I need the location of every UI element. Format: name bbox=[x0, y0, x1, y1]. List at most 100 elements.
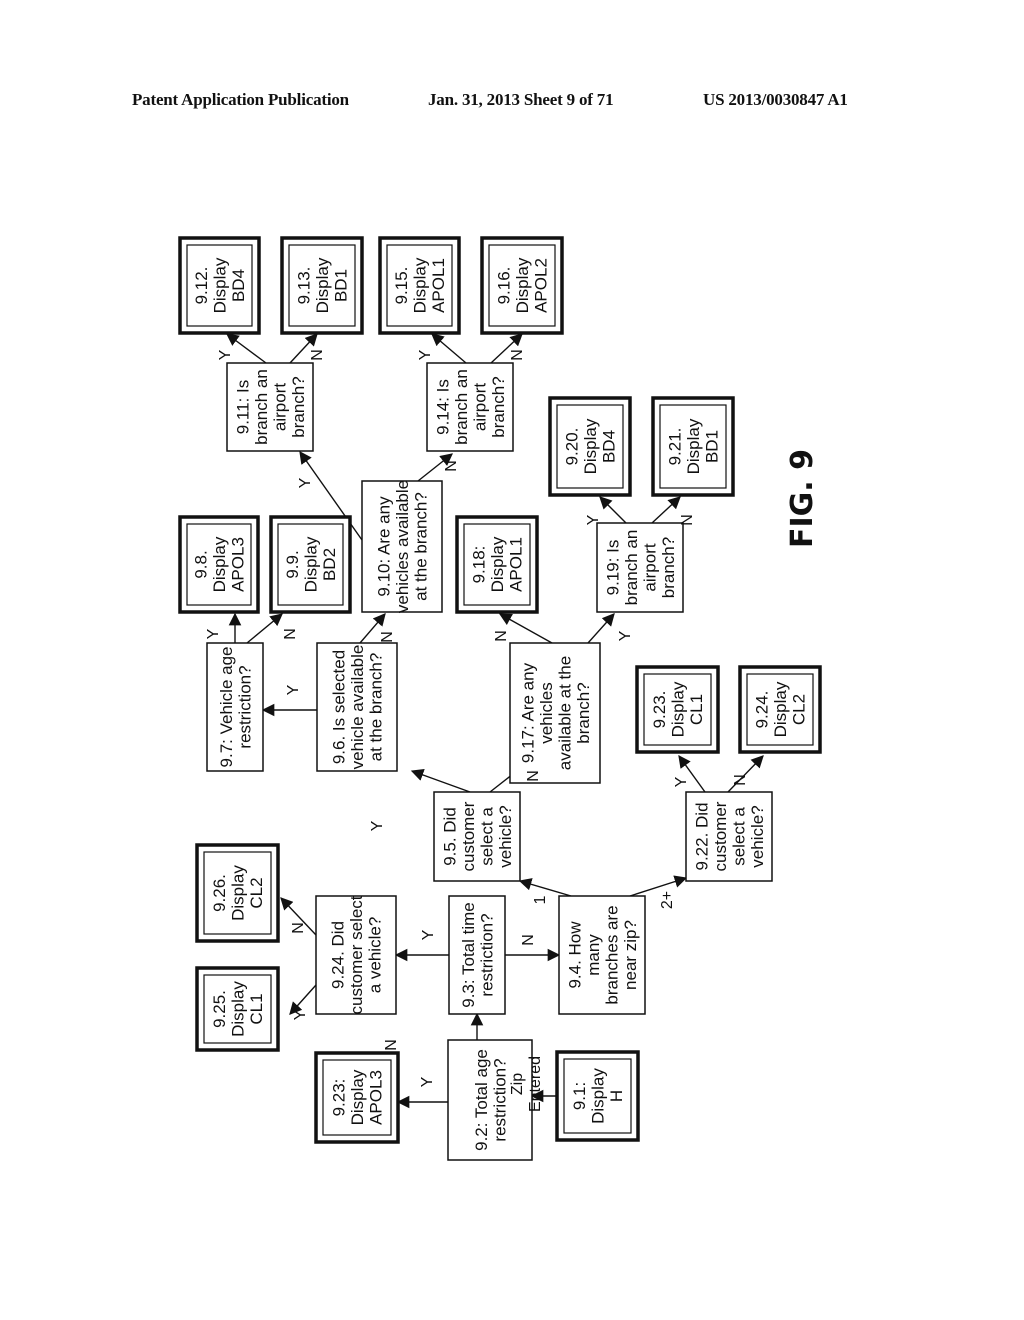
edge-label-n9_6-n9_10: N bbox=[379, 631, 396, 643]
box-text-line: Display bbox=[411, 257, 430, 313]
box-text-line: airport bbox=[470, 383, 489, 431]
edge-label-n9_19-n9_21: N bbox=[679, 514, 696, 526]
box-text-line: 9.24. Did bbox=[329, 921, 348, 989]
box-text-line: Display bbox=[210, 536, 229, 592]
box-text-line: select a bbox=[729, 807, 748, 866]
edge-n9_4-to-n9_5 bbox=[518, 878, 572, 897]
box-text: 9.11: Isbranch anairportbranch? bbox=[233, 369, 308, 445]
display-box-9-21: 9.21.DisplayBD1 bbox=[651, 396, 735, 497]
box-text-line: CL2 bbox=[790, 694, 809, 725]
box-text: 9.2: Total agerestriction? bbox=[472, 1049, 510, 1151]
edge-n9_7-to-n9_9 bbox=[246, 613, 283, 644]
box-text-line: 9.17: Are any bbox=[518, 662, 537, 763]
flowchart: 9.1:DisplayH9.2: Total agerestriction?9.… bbox=[178, 236, 822, 1161]
edge-label-n9_5-n9_6: Y bbox=[369, 820, 386, 831]
decision-box-9-11: 9.11: Isbranch anairportbranch? bbox=[226, 362, 314, 452]
box-text-line: 9.18: bbox=[470, 546, 489, 584]
display-box-9-20: 9.20.DisplayBD4 bbox=[548, 396, 632, 497]
box-text-line: APOL1 bbox=[507, 537, 526, 592]
display-box-9-18: 9.18:DisplayAPOL1 bbox=[455, 515, 539, 614]
box-text-line: restriction? bbox=[490, 1058, 509, 1141]
box-text-line: airport bbox=[270, 383, 289, 431]
edge-label-n9_3-n9_24a: Y bbox=[420, 929, 437, 940]
display-box-9-24b: 9.24.DisplayCL2 bbox=[738, 665, 822, 754]
box-text-line: customer bbox=[459, 801, 478, 871]
box-text-line: APOL1 bbox=[429, 258, 448, 313]
box-text-line: 9.4. How bbox=[565, 921, 584, 989]
box-text: 9.5. Didcustomerselect avehicle? bbox=[440, 801, 515, 871]
box-text-line: CL1 bbox=[247, 993, 266, 1024]
box-text-line: at the branch? bbox=[367, 653, 386, 762]
box-text-line: 9.20. bbox=[563, 428, 582, 466]
box-text-line: branches are bbox=[602, 905, 621, 1004]
display-box-9-25: 9.25.DisplayCL1 bbox=[195, 966, 280, 1052]
box-text-line: BD4 bbox=[600, 430, 619, 463]
decision-box-9-19: 9.19: Isbranch anairportbranch? bbox=[596, 522, 684, 613]
box-text-line: Display bbox=[302, 536, 321, 592]
box-text-line: Display bbox=[348, 1069, 367, 1125]
box-text-line: branch? bbox=[489, 376, 508, 437]
edge-n9_4-to-n9_22 bbox=[629, 875, 688, 897]
box-text: 9.3: Total timerestriction? bbox=[459, 902, 497, 1008]
box-text: 9.6. Is selectedvehicle availableat the … bbox=[330, 645, 386, 770]
box-text-line: Display bbox=[313, 257, 332, 313]
decision-box-9-3: 9.3: Total timerestriction? bbox=[448, 895, 506, 1015]
edge-label-n9_5-n9_17: N bbox=[525, 770, 542, 782]
box-text-line: 9.1: bbox=[570, 1082, 589, 1110]
box-text-line: APOL3 bbox=[229, 537, 248, 592]
figure-label: FIG. 9 bbox=[785, 449, 820, 548]
edge-label-n9_24a-n9_26: N bbox=[290, 922, 307, 934]
box-text-line: 9.11: Is bbox=[233, 380, 252, 435]
box-text-line: 9.12. bbox=[192, 267, 211, 305]
edge-label-n9_3-n9_4: N bbox=[520, 934, 537, 946]
display-box-9-8: 9.8.DisplayAPOL3 bbox=[178, 515, 260, 614]
box-text-line: vehicles available bbox=[393, 480, 412, 613]
edge-n9_5-to-n9_6 bbox=[410, 768, 471, 793]
box-text-line: customer select bbox=[347, 895, 366, 1014]
box-text-line: BD1 bbox=[332, 269, 351, 302]
display-box-9-23a: 9.23:DisplayAPOL3 bbox=[314, 1051, 400, 1144]
edge-label-n9_24a-n9_25: Y bbox=[292, 1009, 309, 1020]
box-text-line: BD4 bbox=[229, 269, 248, 302]
display-box-9-1: 9.1:DisplayH bbox=[555, 1050, 640, 1142]
box-text-line: branch an bbox=[252, 369, 271, 445]
edge-label-n9_22-n9_24b: N bbox=[732, 774, 749, 786]
box-text-line: 9.19: Is bbox=[603, 540, 622, 596]
box-text-line: 9.23. bbox=[650, 691, 669, 729]
box-text-line: Display bbox=[669, 681, 688, 737]
edge-label-n9_10-n9_11: Y bbox=[297, 477, 314, 488]
box-text-line: Display bbox=[581, 418, 600, 474]
box-text-line: airport bbox=[640, 543, 659, 591]
box-text-line: at the branch? bbox=[412, 492, 431, 601]
box-text-line: BD2 bbox=[320, 548, 339, 581]
box-text-line: CL1 bbox=[687, 694, 706, 725]
box-text-line: 9.24. bbox=[753, 691, 772, 729]
box-text: 9.19: Isbranch anairportbranch? bbox=[603, 530, 678, 606]
box-text-line: 9.21. bbox=[666, 428, 685, 466]
decision-box-9-22: 9.22. Didcustomerselect avehicle? bbox=[685, 791, 773, 882]
edge-label-n9_19-n9_20: Y bbox=[585, 514, 602, 525]
box-text-line: vehicle? bbox=[748, 805, 767, 867]
box-text-line: 9.14: Is bbox=[433, 379, 452, 435]
corner-label-n: N bbox=[383, 1039, 400, 1051]
box-text-line: 9.8. bbox=[192, 550, 211, 578]
box-text-line: restriction? bbox=[477, 913, 496, 996]
display-box-9-9: 9.9.DisplayBD2 bbox=[269, 515, 352, 614]
box-text-line: 9.7: Vehicle age bbox=[217, 647, 236, 768]
box-text-line: Display bbox=[589, 1068, 608, 1124]
box-text: 9.22. Didcustomerselect avehicle? bbox=[692, 801, 767, 871]
decision-box-9-17: 9.17: Are anyvehiclesavailable at thebra… bbox=[509, 642, 601, 784]
box-text-line: 9.2: Total age bbox=[472, 1049, 491, 1151]
display-box-9-26: 9.26.DisplayCL2 bbox=[195, 843, 280, 943]
box-text-line: Display bbox=[211, 257, 230, 313]
nodes-layer: 9.1:DisplayH9.2: Total agerestriction?9.… bbox=[178, 236, 822, 1161]
decision-box-9-5: 9.5. Didcustomerselect avehicle? bbox=[433, 791, 521, 882]
edge-label-n9_6-n9_7: Y bbox=[285, 684, 302, 695]
box-text-line: branch? bbox=[574, 682, 593, 743]
box-text-line: vehicle? bbox=[496, 805, 515, 867]
box-text-line: near zip? bbox=[621, 920, 640, 990]
box-text-line: H bbox=[607, 1090, 626, 1102]
box-text-line: 9.25. bbox=[210, 990, 229, 1028]
decision-box-9-2: 9.2: Total agerestriction? bbox=[447, 1039, 533, 1161]
box-text-line: customer bbox=[711, 801, 730, 871]
